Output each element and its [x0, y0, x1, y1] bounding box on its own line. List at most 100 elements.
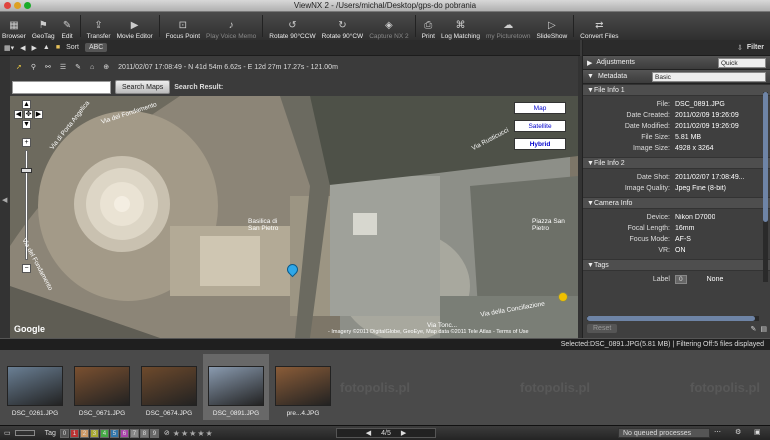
home-icon[interactable]: ⌂	[90, 64, 94, 71]
star-icon[interactable]: ★	[189, 429, 196, 438]
pan-center-button[interactable]: ✥	[24, 110, 33, 119]
label-7-button[interactable]: 7	[129, 428, 139, 438]
process-queue-status[interactable]: No queued processes	[618, 428, 710, 438]
tools-icon[interactable]: ✎	[75, 63, 81, 71]
star-icon[interactable]: ★	[205, 429, 212, 438]
thumbnail-size-icon[interactable]: ▭	[4, 429, 11, 437]
track-tool-icon[interactable]: ⚯	[45, 63, 51, 71]
metadata-disclosure-icon[interactable]: ▼	[587, 73, 594, 80]
abc-sort-select[interactable]: ABC	[84, 43, 108, 52]
label-select[interactable]: 0	[675, 275, 687, 284]
toolbar-my-picturetown-button[interactable]: ☁ my Picturetown	[486, 19, 530, 41]
toolbar-rotate-90-cw-button[interactable]: ↻ Rotate 90°CW	[322, 19, 364, 41]
thumbnail-slider[interactable]	[14, 430, 35, 436]
horizontal-scrollbar[interactable]	[587, 316, 759, 321]
map-type-hybrid-button[interactable]: Hybrid	[514, 138, 566, 150]
label-5-button[interactable]: 5	[109, 428, 119, 438]
up-arrow-icon[interactable]: ▲	[43, 44, 50, 51]
minimize-window-button[interactable]	[14, 2, 21, 9]
label-8-button[interactable]: 8	[139, 428, 149, 438]
no-rating-icon[interactable]: ⊘	[164, 429, 170, 437]
toolbar-rotate-90-ccw-button[interactable]: ↺ Rotate 90°CCW	[269, 19, 315, 41]
scrollbar-thumb[interactable]	[763, 92, 768, 222]
map-type-map-button[interactable]: Map	[514, 102, 566, 114]
pan-right-button[interactable]: ▶	[34, 110, 43, 119]
filmstrip-thumbnail[interactable]: DSC_0674.JPG	[136, 354, 202, 420]
star-icon[interactable]: ★	[173, 429, 180, 438]
disclosure-triangle-icon[interactable]: ▼	[587, 160, 594, 167]
pin-tool-icon[interactable]: ⚲	[31, 63, 36, 71]
label-6-button[interactable]: 6	[119, 428, 129, 438]
sort-button[interactable]: Sort	[66, 44, 79, 51]
list-icon[interactable]: ☰	[60, 63, 66, 71]
reset-button[interactable]: Reset	[587, 324, 618, 333]
star-icon[interactable]: ★	[181, 429, 188, 438]
toolbar-browser-button[interactable]: ▦ Browser	[2, 19, 26, 41]
star-icon[interactable]: ★	[197, 429, 204, 438]
label-0-button[interactable]: 0	[59, 428, 69, 438]
toolbar-print-button[interactable]: ⎙ Print	[422, 19, 435, 41]
disclosure-triangle-icon[interactable]: ▼	[587, 200, 594, 207]
pan-left-button[interactable]: ◀	[14, 110, 23, 119]
pointer-tool-icon[interactable]: ➚	[16, 63, 22, 71]
filter-button[interactable]: Filter	[747, 44, 764, 51]
map-pin-marker[interactable]	[558, 292, 568, 302]
panel-settings-icon[interactable]: ▤	[760, 325, 767, 333]
queue-menu-icon[interactable]: ⋯	[714, 428, 721, 436]
toolbar-capture-nx-2-button[interactable]: ◈ Capture NX 2	[369, 19, 408, 41]
pan-down-button[interactable]: ▼	[22, 120, 31, 129]
folder-icon[interactable]: ■	[56, 44, 60, 51]
adjustments-header[interactable]: ▶ Adjustments Quick	[583, 56, 770, 70]
metadata-mode-select[interactable]: Basic	[652, 71, 766, 82]
toolbar-focus-point-button[interactable]: ⊡ Focus Point	[166, 19, 200, 41]
map-search-input[interactable]	[12, 80, 111, 94]
label-4-button[interactable]: 4	[99, 428, 109, 438]
filmstrip-thumbnail[interactable]: DSC_0891.JPG	[203, 354, 269, 420]
toolbar-slideshow-button[interactable]: ▷ SlideShow	[536, 19, 567, 41]
forward-arrow-icon[interactable]: ▶	[32, 44, 37, 52]
zoom-out-button[interactable]: −	[22, 264, 31, 273]
adjustments-mode-select[interactable]: Quick	[718, 57, 766, 68]
zoom-slider-handle[interactable]	[21, 168, 32, 173]
toolbar-edit-button[interactable]: ✎ Edit	[61, 19, 74, 41]
section-header-camera-info[interactable]: ▼ Camera Info	[583, 197, 770, 209]
label-1-button[interactable]: 1	[69, 428, 79, 438]
filmstrip-thumbnail[interactable]: DSC_0261.JPG	[2, 354, 68, 420]
filmstrip-thumbnail[interactable]: pre...4.JPG	[270, 354, 336, 420]
bottom-panel-icon[interactable]: ▣	[754, 428, 761, 436]
map-type-satellite-button[interactable]: Satellite	[514, 120, 566, 132]
next-image-button[interactable]: ▶	[401, 429, 406, 437]
label-2-button[interactable]: 2	[79, 428, 89, 438]
section-header-file-info-1[interactable]: ▼ File Info 1	[583, 84, 770, 96]
toolbar-movie-editor-button[interactable]: ▶ Movie Editor	[117, 19, 153, 41]
toolbar-convert-files-button[interactable]: ⇄ Convert Files	[580, 19, 618, 41]
filter-icon[interactable]: ⇩	[737, 44, 743, 52]
search-maps-button[interactable]: Search Maps	[115, 80, 171, 94]
section-header-file-info-2[interactable]: ▼ File Info 2	[583, 157, 770, 169]
previous-image-button[interactable]: ◀	[366, 429, 371, 437]
disclosure-triangle-icon[interactable]: ▼	[587, 262, 594, 269]
toolbar-log-matching-button[interactable]: ⌘ Log Matching	[441, 19, 480, 41]
toolbar-transfer-button[interactable]: ⇪ Transfer	[87, 19, 111, 41]
zoom-in-button[interactable]: +	[22, 138, 31, 147]
view-mode-icon[interactable]: ▦▾	[4, 44, 14, 52]
section-header-tags[interactable]: ▼ Tags	[583, 259, 770, 271]
crosshair-icon[interactable]: ⊕	[103, 63, 109, 71]
toolbar-geotag-button[interactable]: ⚑ GeoTag	[32, 19, 55, 41]
pan-up-button[interactable]: ▲	[22, 100, 31, 109]
disclosure-triangle-icon[interactable]: ▼	[587, 87, 594, 94]
filmstrip-thumbnail[interactable]: DSC_0671.JPG	[69, 354, 135, 420]
bottom-settings-icon[interactable]: ⚙	[735, 428, 741, 436]
toolbar-play-voice-memo-button[interactable]: ♪ Play Voice Memo	[206, 19, 256, 41]
satellite-map[interactable]: ▲ ◀ ✥ ▶ ▼ + − Map Satellite Hybrid Via d…	[10, 96, 578, 338]
close-window-button[interactable]	[4, 2, 11, 9]
left-panel-collapse[interactable]: ◀	[0, 56, 10, 338]
metadata-header[interactable]: ▼ Metadata Basic	[583, 70, 770, 84]
metadata-scrollbar[interactable]	[763, 92, 768, 282]
adjustments-disclosure-icon[interactable]: ▶	[587, 59, 592, 67]
zoom-window-button[interactable]	[24, 2, 31, 9]
label-9-button[interactable]: 9	[149, 428, 159, 438]
tag-icon[interactable]: ✎	[751, 325, 757, 333]
label-3-button[interactable]: 3	[89, 428, 99, 438]
back-arrow-icon[interactable]: ◀	[20, 44, 25, 52]
